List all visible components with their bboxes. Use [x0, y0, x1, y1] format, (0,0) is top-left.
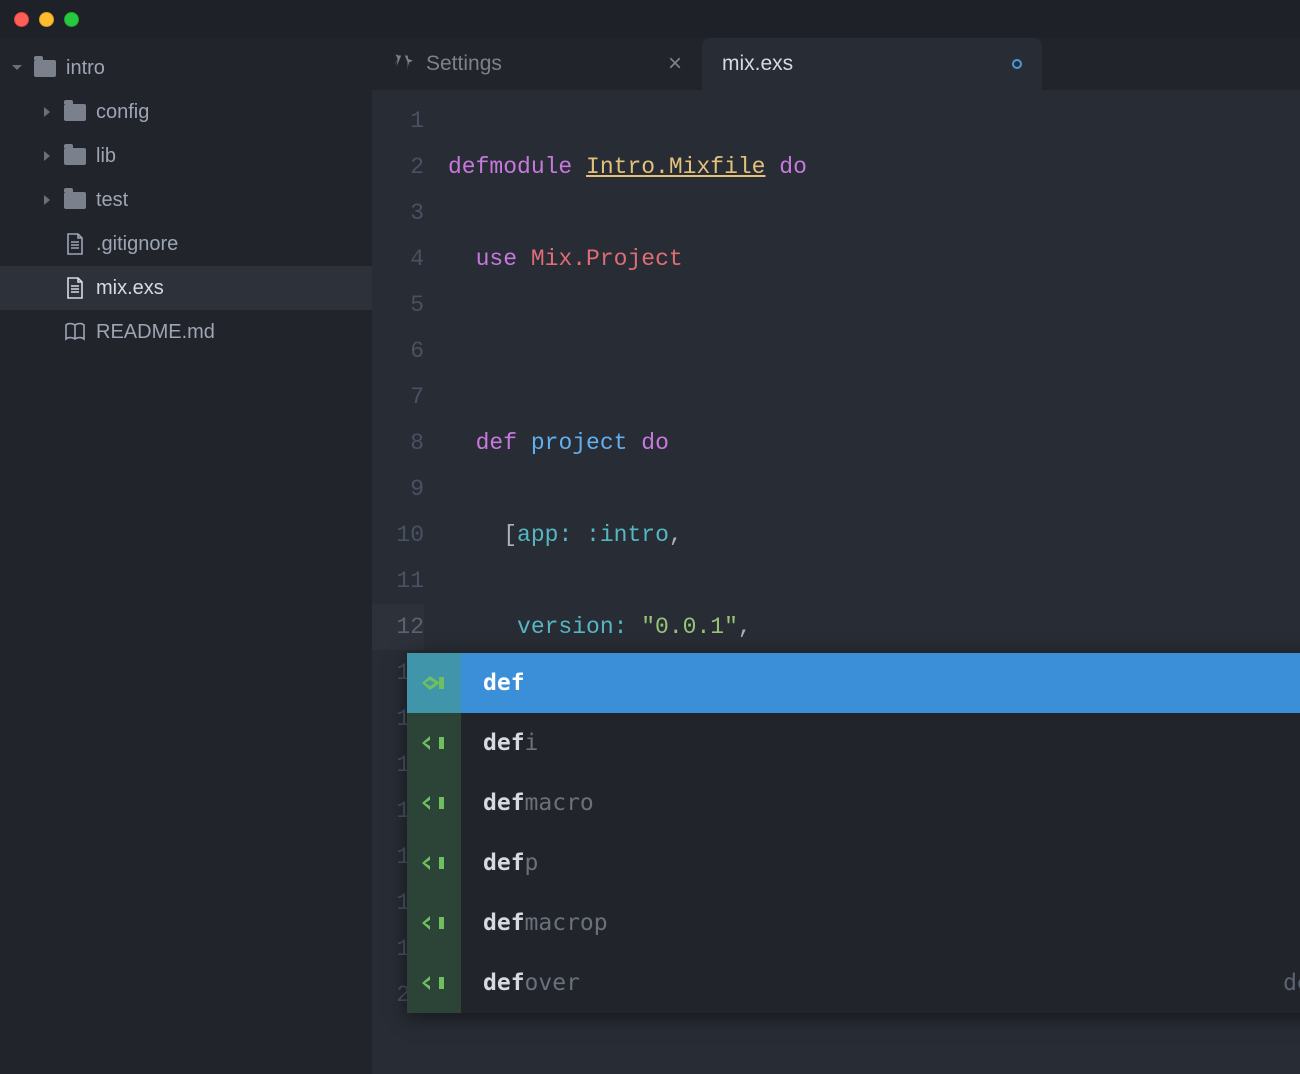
line-number: 6	[372, 328, 424, 374]
snippet-icon	[407, 953, 461, 1013]
code-editor[interactable]: 1 2 3 4 5 6 7 8 9 10 11 12 13 14 15 16 1…	[372, 90, 1300, 1074]
window-close-button[interactable]	[14, 12, 29, 27]
tree-item-label: README.md	[96, 321, 215, 344]
tab-mixexs[interactable]: mix.exs	[702, 38, 1042, 90]
tree-item-label: lib	[96, 145, 116, 168]
line-number: 11	[372, 558, 424, 604]
snippet-icon	[407, 653, 461, 713]
book-icon	[64, 321, 86, 343]
tab-label: mix.exs	[722, 52, 793, 76]
tree-item-label: mix.exs	[96, 277, 164, 300]
file-icon	[64, 233, 86, 255]
tree-item-label: test	[96, 189, 128, 212]
file-tree[interactable]: intro config lib test	[0, 38, 372, 1074]
tree-root-label: intro	[66, 57, 105, 80]
line-number: 5	[372, 282, 424, 328]
modified-indicator-icon	[1012, 59, 1022, 69]
close-icon[interactable]: ×	[628, 50, 682, 78]
autocomplete-popup[interactable]: def def defi defimpl defmacro defmacro	[407, 653, 1300, 1013]
line-number: 9	[372, 466, 424, 512]
autocomplete-item[interactable]: def def	[407, 653, 1300, 713]
chevron-right-icon	[40, 106, 54, 118]
line-number: 4	[372, 236, 424, 282]
snippet-icon	[407, 773, 461, 833]
tab-label: Settings	[426, 52, 502, 76]
line-number: 3	[372, 190, 424, 236]
tree-item-gitignore[interactable]: .gitignore	[0, 222, 372, 266]
tab-bar: Settings × mix.exs	[372, 38, 1300, 90]
snippet-icon	[407, 833, 461, 893]
line-number: 2	[372, 144, 424, 190]
folder-icon	[34, 57, 56, 79]
autocomplete-item[interactable]: defi defimpl	[407, 713, 1300, 773]
autocomplete-item[interactable]: defmacrop defmacrop	[407, 893, 1300, 953]
line-number: 8	[372, 420, 424, 466]
autocomplete-item[interactable]: defmacro defmacro	[407, 773, 1300, 833]
snippet-icon	[407, 713, 461, 773]
chevron-right-icon	[40, 194, 54, 206]
tree-item-test[interactable]: test	[0, 178, 372, 222]
chevron-right-icon	[40, 150, 54, 162]
line-number: 12	[372, 604, 424, 650]
line-number: 10	[372, 512, 424, 558]
tree-item-readme[interactable]: README.md	[0, 310, 372, 354]
autocomplete-item[interactable]: defover defoverridable	[407, 953, 1300, 1013]
settings-icon	[392, 50, 414, 78]
tree-item-config[interactable]: config	[0, 90, 372, 134]
folder-icon	[64, 101, 86, 123]
titlebar	[0, 0, 1300, 38]
tree-item-mixexs[interactable]: mix.exs	[0, 266, 372, 310]
tab-settings[interactable]: Settings ×	[372, 38, 702, 90]
folder-icon	[64, 145, 86, 167]
tree-item-lib[interactable]: lib	[0, 134, 372, 178]
chevron-down-icon	[10, 62, 24, 74]
window-minimize-button[interactable]	[39, 12, 54, 27]
editor-area: Settings × mix.exs 1 2 3 4 5 6 7 8 9 10 …	[372, 38, 1300, 1074]
line-number: 1	[372, 98, 424, 144]
tree-item-label: .gitignore	[96, 233, 178, 256]
folder-icon	[64, 189, 86, 211]
tree-item-label: config	[96, 101, 149, 124]
snippet-icon	[407, 893, 461, 953]
autocomplete-item[interactable]: defp defp	[407, 833, 1300, 893]
line-number: 7	[372, 374, 424, 420]
file-icon	[64, 277, 86, 299]
window-zoom-button[interactable]	[64, 12, 79, 27]
tree-root[interactable]: intro	[0, 46, 372, 90]
